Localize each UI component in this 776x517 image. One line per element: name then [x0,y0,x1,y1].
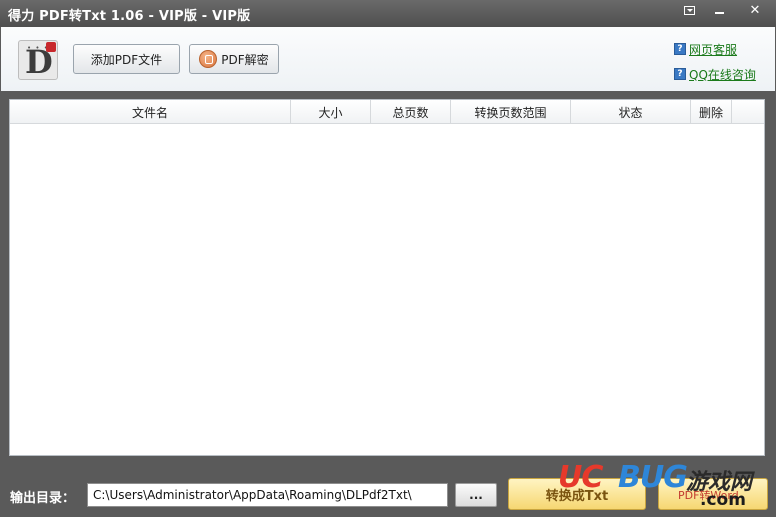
table-header: 文件名 大小 总页数 转换页数范围 状态 删除 [10,100,764,124]
add-pdf-label: 添加PDF文件 [90,52,163,67]
convert-to-txt-button[interactable]: 转换成Txt [508,478,646,510]
close-button[interactable]: ✕ [737,0,773,20]
help-icon: ? [674,68,686,80]
add-pdf-button[interactable]: 添加PDF文件 [73,44,180,74]
browse-button[interactable]: ... [455,483,497,507]
toolbar: • • • • D 添加PDF文件 PDF解密 ? 网页客服 ? QQ在线咨询 [1,27,775,91]
file-list-table[interactable]: 文件名 大小 总页数 转换页数范围 状态 删除 [9,99,765,456]
column-header-filename[interactable]: 文件名 [10,100,291,124]
window-title: 得力 PDF转Txt 1.06 - VIP版 - VIP版 [8,9,251,24]
output-dir-field[interactable]: C:\Users\Administrator\AppData\Roaming\D… [87,483,448,507]
menu-icon [683,5,695,15]
pdf-decrypt-label: PDF解密 [221,52,269,67]
support-links: ? 网页客服 ? QQ在线咨询 [674,40,756,90]
bottom-bar: 输出目录： C:\Users\Administrator\AppData\Roa… [0,467,776,517]
unlock-icon [199,50,218,68]
web-support-link[interactable]: ? 网页客服 [674,40,756,58]
output-dir-label: 输出目录： [10,491,76,506]
app-window: 得力 PDF转Txt 1.06 - VIP版 - VIP版 ✕ • • • • … [0,0,776,517]
minimize-button[interactable] [705,0,733,20]
logo-letter: D [25,43,53,81]
close-icon: ✕ [749,2,761,18]
column-header-page-range[interactable]: 转换页数范围 [451,100,571,124]
minimize-icon [714,12,724,14]
qq-support-link[interactable]: ? QQ在线咨询 [674,65,756,83]
app-logo: • • • • D [18,40,58,80]
column-header-delete[interactable]: 删除 [691,100,732,124]
help-icon: ? [674,43,686,55]
title-bar: 得力 PDF转Txt 1.06 - VIP版 - VIP版 ✕ [0,0,776,27]
convert-label: 转换成Txt [545,488,609,504]
pdf-decrypt-button[interactable]: PDF解密 [189,44,279,74]
column-header-filler [732,100,764,124]
secondary-action-button[interactable] [658,478,768,510]
qq-support-label: QQ在线咨询 [689,67,756,82]
web-support-label: 网页客服 [689,42,738,57]
column-header-status[interactable]: 状态 [571,100,691,124]
column-header-size[interactable]: 大小 [291,100,371,124]
column-header-total-pages[interactable]: 总页数 [371,100,451,124]
menu-button[interactable] [675,0,703,20]
